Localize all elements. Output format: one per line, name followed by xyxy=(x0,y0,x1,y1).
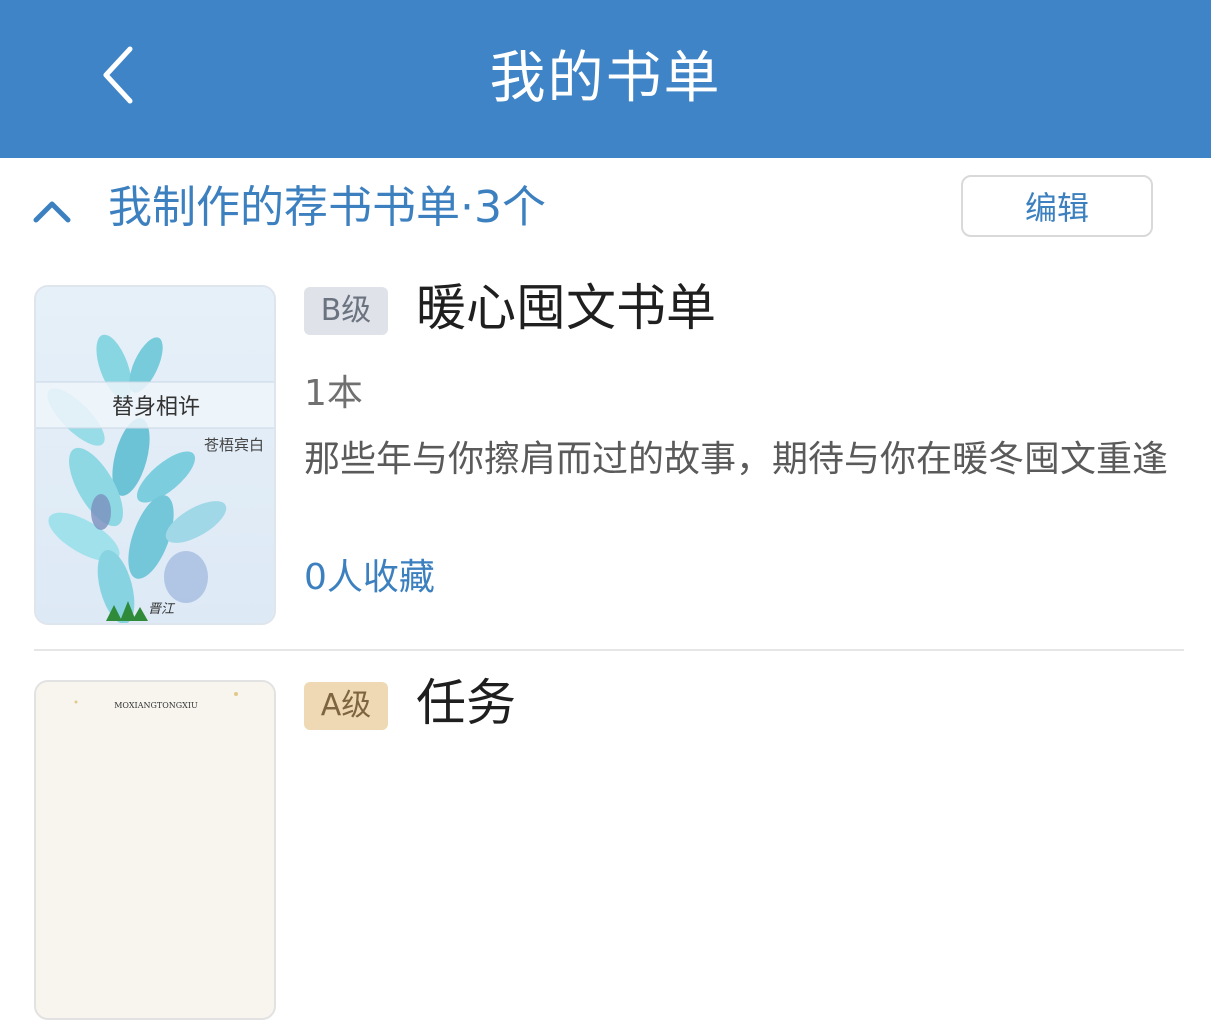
cover-title: 替身相许 xyxy=(112,395,200,420)
grade-badge: A级 xyxy=(304,682,388,730)
book-count: 1本 xyxy=(304,373,363,414)
collapse-button[interactable] xyxy=(30,188,74,232)
favorites-count: 0人收藏 xyxy=(304,557,435,598)
edit-button[interactable]: 编辑 xyxy=(961,175,1153,237)
top-bar: 我的书单 xyxy=(0,0,1211,158)
page-title: 我的书单 xyxy=(489,46,722,111)
chevron-left-icon xyxy=(103,46,133,104)
book-list-title[interactable]: 任务 xyxy=(416,670,516,736)
book-list-title[interactable]: 暖心囤文书单 xyxy=(416,275,716,341)
back-button[interactable] xyxy=(78,35,158,115)
grade-badge: B级 xyxy=(304,287,388,335)
cover-title: MOXIANGTONGXIU xyxy=(114,701,198,710)
book-cover[interactable]: 替身相许 苍梧宾白 晋江 xyxy=(34,285,276,625)
book-cover-art: 替身相许 苍梧宾白 晋江 xyxy=(36,287,274,623)
book-list-item[interactable]: MOXIANGTONGXIU A级 任务 xyxy=(0,674,1211,1020)
book-list-item[interactable]: 替身相许 苍梧宾白 晋江 B级 暖心囤文书单 1本 那些年与你擦肩而过的故事，期… xyxy=(0,279,1211,630)
svg-text:晋江: 晋江 xyxy=(148,602,176,617)
section-header: 我制作的荐书书单·3个 编辑 xyxy=(0,158,1211,258)
chevron-up-icon xyxy=(33,201,71,223)
book-cover[interactable]: MOXIANGTONGXIU xyxy=(34,680,276,1020)
cover-author: 苍梧宾白 xyxy=(204,436,264,454)
book-cover-art: MOXIANGTONGXIU xyxy=(36,682,274,742)
book-list-description: 那些年与你擦肩而过的故事，期待与你在暖冬囤文重逢 xyxy=(304,439,1169,480)
divider xyxy=(34,649,1184,651)
section-title: 我制作的荐书书单·3个 xyxy=(108,182,546,233)
